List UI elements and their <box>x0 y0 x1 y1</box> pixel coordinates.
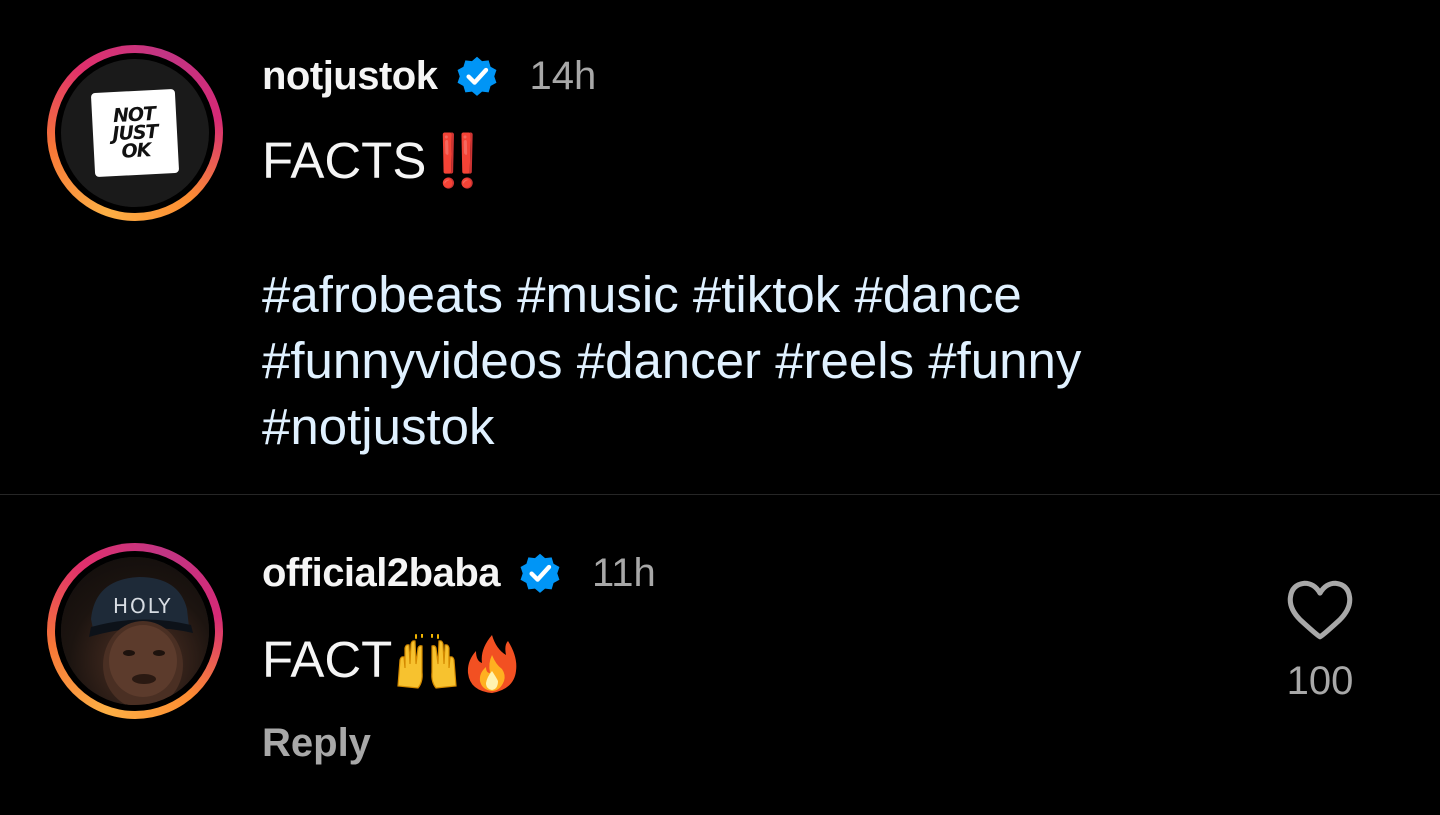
logo-line-3: OK <box>120 139 151 163</box>
double-exclamation-emoji: ‼️ <box>426 132 489 189</box>
hashtag-line[interactable]: #funnyvideos #dancer #reels #funny <box>262 328 1081 394</box>
notjustok-avatar[interactable]: NOT JUST OK <box>47 45 223 221</box>
caption-word: FACTS <box>262 132 427 189</box>
like-control: 100 <box>1270 573 1370 713</box>
comment-word: FACT <box>262 631 393 688</box>
comment-timestamp: 11h <box>592 550 656 595</box>
official2baba-avatar[interactable]: HOLY <box>47 543 223 719</box>
caption-header: notjustok 14h <box>262 46 596 106</box>
profile-photo-illustration: HOLY <box>89 577 193 705</box>
comment-item: HOLY official2baba 11h FACT Reply 100 <box>0 495 1440 815</box>
caption-username[interactable]: notjustok <box>262 54 438 99</box>
notjustok-logo: NOT JUST OK <box>90 88 180 178</box>
reply-button[interactable]: Reply <box>262 721 371 766</box>
avatar-image: NOT JUST OK <box>61 59 209 207</box>
caption-hashtags: #afrobeats #music #tiktok #dance #funnyv… <box>262 262 1081 460</box>
verified-badge-icon <box>458 56 497 96</box>
caption-first-line: FACTS‼️ <box>262 128 1262 194</box>
comment-text: FACT <box>262 627 522 695</box>
caption-text: FACTS‼️ <box>262 128 1262 194</box>
like-count: 100 <box>1286 659 1354 703</box>
raising-hands-icon <box>397 633 457 689</box>
caption-timestamp: 14h <box>529 53 597 98</box>
cap-text: HOLY <box>113 594 172 618</box>
hashtag-line[interactable]: #afrobeats #music #tiktok #dance <box>262 262 1081 328</box>
comment-username[interactable]: official2baba <box>262 551 501 596</box>
verified-badge-icon <box>520 553 560 593</box>
fire-icon <box>468 634 517 693</box>
post-caption: NOT JUST OK notjustok 14h FACTS‼️ #afrob… <box>0 0 1440 494</box>
hashtag-line[interactable]: #notjustok <box>262 394 1081 460</box>
comment-header: official2baba 11h <box>262 543 656 603</box>
avatar-image: HOLY <box>61 557 209 705</box>
heart-icon[interactable] <box>1286 579 1354 641</box>
